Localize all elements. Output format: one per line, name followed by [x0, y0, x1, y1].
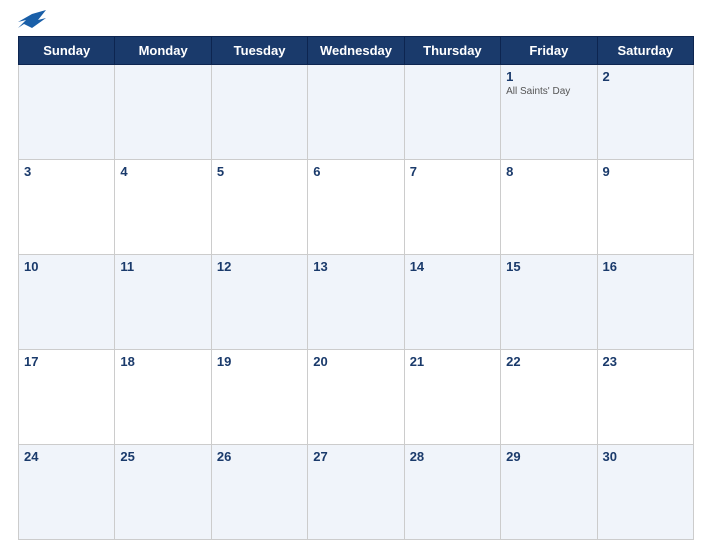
day-number: 22 [506, 354, 591, 369]
calendar-cell: 9 [597, 160, 693, 255]
weekday-header-saturday: Saturday [597, 37, 693, 65]
day-number: 28 [410, 449, 495, 464]
day-number: 23 [603, 354, 688, 369]
day-number: 8 [506, 164, 591, 179]
calendar-cell: 11 [115, 255, 211, 350]
weekday-header-tuesday: Tuesday [211, 37, 307, 65]
calendar-week-row: 1 All Saints' Day 2 [19, 65, 694, 160]
calendar-cell: 23 [597, 350, 693, 445]
day-number: 11 [120, 259, 205, 274]
calendar-cell: 4 [115, 160, 211, 255]
calendar-cell: 8 [501, 160, 597, 255]
weekday-header-row: SundayMondayTuesdayWednesdayThursdayFrid… [19, 37, 694, 65]
calendar-cell: 18 [115, 350, 211, 445]
calendar-cell: 2 [597, 65, 693, 160]
calendar-cell: 5 [211, 160, 307, 255]
calendar-cell: 6 [308, 160, 404, 255]
calendar-cell: 21 [404, 350, 500, 445]
day-number: 27 [313, 449, 398, 464]
calendar-cell: 29 [501, 445, 597, 540]
day-number: 12 [217, 259, 302, 274]
calendar-cell: 1 All Saints' Day [501, 65, 597, 160]
logo-bird-icon [18, 10, 46, 32]
day-number: 6 [313, 164, 398, 179]
day-number: 15 [506, 259, 591, 274]
calendar-week-row: 10 11 12 13 14 15 16 [19, 255, 694, 350]
weekday-header-thursday: Thursday [404, 37, 500, 65]
calendar-cell: 14 [404, 255, 500, 350]
day-number: 30 [603, 449, 688, 464]
calendar-cell: 15 [501, 255, 597, 350]
day-number: 9 [603, 164, 688, 179]
calendar-cell [404, 65, 500, 160]
calendar-table: SundayMondayTuesdayWednesdayThursdayFrid… [18, 36, 694, 540]
day-number: 24 [24, 449, 109, 464]
day-number: 4 [120, 164, 205, 179]
calendar-cell [115, 65, 211, 160]
weekday-header-friday: Friday [501, 37, 597, 65]
calendar-cell: 12 [211, 255, 307, 350]
calendar-cell: 3 [19, 160, 115, 255]
day-number: 17 [24, 354, 109, 369]
calendar-cell [19, 65, 115, 160]
day-number: 14 [410, 259, 495, 274]
calendar-cell: 7 [404, 160, 500, 255]
calendar-cell: 19 [211, 350, 307, 445]
calendar-cell: 13 [308, 255, 404, 350]
day-number: 13 [313, 259, 398, 274]
calendar-cell: 25 [115, 445, 211, 540]
calendar-cell: 24 [19, 445, 115, 540]
weekday-header-wednesday: Wednesday [308, 37, 404, 65]
day-number: 21 [410, 354, 495, 369]
calendar-cell: 26 [211, 445, 307, 540]
day-number: 2 [603, 69, 688, 84]
calendar-cell: 17 [19, 350, 115, 445]
calendar-week-row: 3456789 [19, 160, 694, 255]
calendar-cell: 10 [19, 255, 115, 350]
calendar-cell: 16 [597, 255, 693, 350]
day-number: 1 [506, 69, 591, 84]
day-number: 20 [313, 354, 398, 369]
day-number: 25 [120, 449, 205, 464]
holiday-label: All Saints' Day [506, 86, 591, 97]
day-number: 3 [24, 164, 109, 179]
day-number: 18 [120, 354, 205, 369]
calendar-cell [211, 65, 307, 160]
calendar-header [18, 10, 694, 32]
day-number: 7 [410, 164, 495, 179]
calendar-week-row: 17 18 19 20 21 22 23 [19, 350, 694, 445]
calendar-cell: 20 [308, 350, 404, 445]
calendar-cell: 30 [597, 445, 693, 540]
calendar-cell [308, 65, 404, 160]
day-number: 5 [217, 164, 302, 179]
weekday-header-monday: Monday [115, 37, 211, 65]
day-number: 16 [603, 259, 688, 274]
calendar-cell: 28 [404, 445, 500, 540]
day-number: 29 [506, 449, 591, 464]
calendar-week-row: 24 25 26 27 28 29 30 [19, 445, 694, 540]
day-number: 10 [24, 259, 109, 274]
calendar-cell: 27 [308, 445, 404, 540]
day-number: 26 [217, 449, 302, 464]
calendar-cell: 22 [501, 350, 597, 445]
logo [18, 10, 51, 32]
weekday-header-sunday: Sunday [19, 37, 115, 65]
day-number: 19 [217, 354, 302, 369]
